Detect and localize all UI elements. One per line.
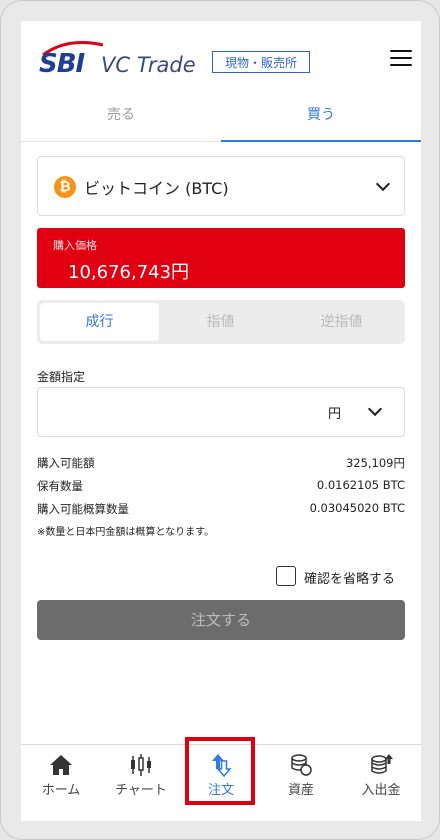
nav-label: ホーム (41, 783, 81, 798)
nav-item-deposit-withdraw[interactable]: 入出金 (341, 745, 421, 821)
estimate-note: ※数量と日本円金額は概算となります。 (37, 527, 215, 538)
order-arrows-icon (212, 754, 232, 777)
order-type-market[interactable]: 成行 (40, 303, 159, 341)
amount-input[interactable] (48, 398, 312, 428)
info-value: 0.0162105 BTC (316, 478, 405, 492)
info-key: 購入可能概算数量 (37, 502, 129, 516)
amount-unit-label: 円 (328, 407, 342, 422)
bitcoin-icon: ₿ (54, 176, 76, 198)
nav-item-assets[interactable]: 資産 (261, 745, 341, 821)
info-key: 保有数量 (37, 479, 83, 493)
nav-item-order[interactable]: 注文 (181, 745, 261, 821)
amount-label: 金額指定 (37, 370, 86, 384)
info-value: 325,109円 (345, 456, 405, 470)
skip-confirmation-checkbox[interactable]: 確認を省略する (276, 566, 406, 588)
deposit-withdraw-icon (371, 754, 393, 774)
device-frame: SBI VC Trade 現物・販売所 売る 買う ₿ ビットコイン (BTC)… (0, 0, 440, 840)
candlestick-chart-icon (131, 754, 151, 776)
purchase-price-value: 10,676,743円 (68, 262, 190, 283)
chevron-down-icon (367, 401, 383, 417)
place-order-button[interactable]: 注文する (37, 600, 405, 640)
info-key: 購入可能額 (37, 456, 95, 470)
bottom-navigation: ホーム チャート 注文 資産 入出金 (21, 737, 421, 821)
tab-buy[interactable]: 買う (221, 97, 421, 142)
market-type-badge: 現物・販売所 (212, 51, 310, 73)
app-header: SBI VC Trade 現物・販売所 (21, 21, 421, 97)
order-type-limit[interactable]: 指値 (161, 303, 280, 341)
purchase-price-panel: 購入価格 10,676,743円 (37, 228, 405, 288)
order-type-stop[interactable]: 逆指値 (282, 303, 401, 341)
nav-label: 資産 (287, 783, 314, 798)
skip-confirmation-label: 確認を省略する (304, 572, 396, 587)
info-value: 0.03045020 BTC (309, 501, 405, 515)
nav-label: 注文 (207, 783, 234, 798)
home-icon (50, 755, 72, 775)
coin-name: ビットコイン (BTC) (84, 179, 229, 198)
purchase-price-label: 購入価格 (53, 239, 97, 252)
hamburger-menu-icon[interactable] (390, 50, 412, 68)
nav-item-home[interactable]: ホーム (21, 745, 101, 821)
chevron-down-icon (375, 176, 391, 192)
nav-item-chart[interactable]: チャート (101, 745, 181, 821)
amount-unit-select[interactable]: 円 (318, 388, 404, 436)
nav-label: チャート (115, 783, 167, 798)
coins-icon (291, 754, 312, 776)
order-type-segmented-control: 成行 指値 逆指値 (37, 300, 405, 344)
logo-sbi-text: SBI (39, 49, 85, 79)
app-screen: SBI VC Trade 現物・販売所 売る 買う ₿ ビットコイン (BTC)… (21, 21, 421, 821)
tab-sell[interactable]: 売る (21, 97, 221, 141)
amount-field-wrapper: 円 (37, 387, 405, 437)
coin-select-dropdown[interactable]: ₿ ビットコイン (BTC) (37, 156, 405, 216)
nav-label: 入出金 (361, 783, 401, 798)
checkbox-box[interactable] (276, 566, 296, 586)
trade-side-tabs: 売る 買う (21, 97, 421, 142)
sbi-vc-trade-logo: SBI VC Trade (37, 39, 217, 81)
logo-vc-trade-text: VC Trade (101, 53, 196, 77)
